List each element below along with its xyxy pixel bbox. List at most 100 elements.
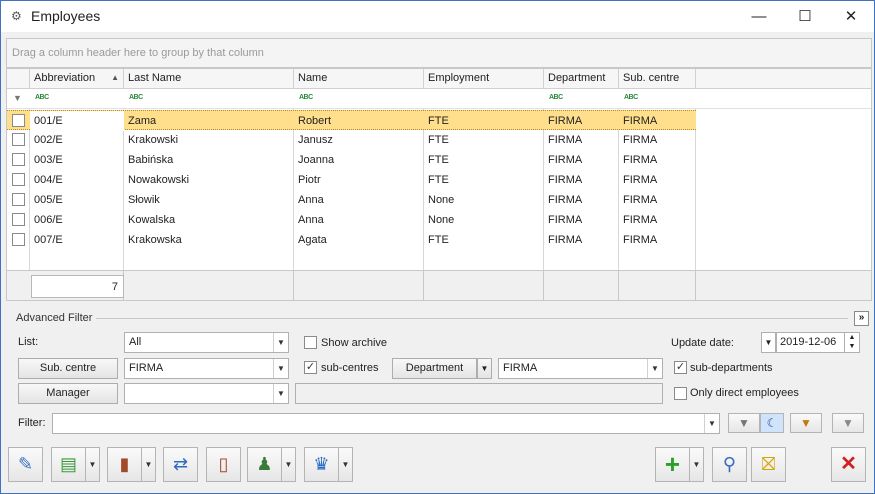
table-cell[interactable]: FTE [424,170,544,190]
table-cell[interactable]: Kowalska [124,210,294,230]
header-sub-centre[interactable]: Sub. centre [619,69,696,89]
minimize-button[interactable]: — [736,1,782,32]
group-dropdown-icon[interactable]: ▼ [282,447,296,482]
row-checkbox[interactable] [12,114,25,127]
group-people-icon[interactable]: ♟ [247,447,282,482]
row-checkbox[interactable] [12,133,25,146]
apply-filter-icon[interactable]: ▼ [728,413,760,433]
table-cell[interactable]: FIRMA [619,190,696,210]
table-cell[interactable]: Robert [294,111,424,131]
person-dropdown-icon[interactable]: ▼ [339,447,353,482]
table-cell[interactable]: FIRMA [619,150,696,170]
manager-button[interactable]: Manager [18,383,118,404]
header-name[interactable]: Name [294,69,424,89]
table-row[interactable]: 001/E Zama Robert FTE FIRMA FIRMA [7,110,696,131]
table-cell[interactable]: FIRMA [619,210,696,230]
add-icon[interactable]: + [655,447,690,482]
table-row[interactable]: 002/E Krakowski Janusz FTE FIRMA FIRMA [7,130,696,150]
table-cell[interactable]: 007/E [30,230,124,250]
abc-filter-icon[interactable]: ABC [129,94,143,101]
abc-filter-icon[interactable]: ABC [624,94,638,101]
filter-input[interactable]: ▼ [52,413,720,434]
table-cell[interactable]: 006/E [30,210,124,230]
collapse-icon[interactable]: » [854,311,869,326]
table-cell[interactable]: FIRMA [544,130,619,150]
table-row[interactable]: 006/E Kowalska Anna None FIRMA FIRMA [7,210,696,230]
department-dropdown-button[interactable]: ▼ [477,358,492,379]
table-cell[interactable]: None [424,210,544,230]
table-cell[interactable]: FIRMA [619,111,696,131]
table-cell[interactable]: Zama [124,111,294,131]
advanced-filter-icon[interactable]: ▼ [790,413,822,433]
abc-filter-icon[interactable]: ABC [35,94,49,101]
group-by-panel[interactable]: Drag a column header here to group by th… [6,38,872,68]
exit-dropdown-icon[interactable]: ▼ [142,447,156,482]
table-cell[interactable]: Słowik [124,190,294,210]
table-cell[interactable]: FIRMA [544,190,619,210]
table-cell[interactable]: FIRMA [544,210,619,230]
table-cell[interactable]: None [424,190,544,210]
sub-departments-checkbox[interactable]: ✓ [674,361,687,374]
table-row[interactable]: 004/E Nowakowski Piotr FTE FIRMA FIRMA [7,170,696,190]
abc-filter-icon[interactable]: ABC [299,94,313,101]
table-cell[interactable]: 001/E [30,111,124,131]
table-cell[interactable]: Janusz [294,130,424,150]
table-cell[interactable]: FIRMA [619,130,696,150]
show-archive-checkbox[interactable] [304,336,317,349]
row-checkbox[interactable] [12,173,25,186]
table-cell[interactable]: FIRMA [544,170,619,190]
list-select[interactable]: All ▼ [124,332,289,353]
table-cell[interactable]: Krakowski [124,130,294,150]
filter-mode-icon[interactable]: ☾ [760,413,784,433]
table-cell[interactable]: FIRMA [619,170,696,190]
only-direct-checkbox[interactable] [674,387,687,400]
table-cell[interactable]: Nowakowski [124,170,294,190]
table-cell[interactable]: Piotr [294,170,424,190]
date-dropdown-button[interactable]: ▼ [761,332,776,353]
table-row[interactable]: 007/E Krakowska Agata FTE FIRMA FIRMA [7,230,696,250]
row-checkbox[interactable] [12,193,25,206]
table-cell[interactable]: FIRMA [544,230,619,250]
table-row[interactable]: 005/E Słowik Anna None FIRMA FIRMA [7,190,696,210]
abc-filter-icon[interactable]: ABC [549,94,563,101]
table-cell[interactable]: 002/E [30,130,124,150]
table-cell[interactable]: FTE [424,130,544,150]
table-cell[interactable]: 003/E [30,150,124,170]
clear-filter-icon[interactable]: ▼ [832,413,864,433]
sub-centres-checkbox[interactable]: ✓ [304,361,317,374]
table-cell[interactable]: Agata [294,230,424,250]
header-abbreviation[interactable]: Abbreviation ▲ [30,69,124,89]
sub-centre-button[interactable]: Sub. centre [18,358,118,379]
table-cell[interactable]: 004/E [30,170,124,190]
maximize-button[interactable]: ☐ [782,1,828,32]
table-cell[interactable]: Anna [294,190,424,210]
table-cell[interactable]: FIRMA [544,150,619,170]
table-cell[interactable]: FIRMA [544,111,619,131]
table-cell[interactable]: Krakowska [124,230,294,250]
trash-bin-icon[interactable]: ⛝ [751,447,786,482]
table-cell[interactable]: Babińska [124,150,294,170]
close-window-button[interactable]: ✕ [828,1,874,32]
date-spinner[interactable]: ▲ ▼ [844,332,860,353]
row-checkbox[interactable] [12,213,25,226]
close-icon[interactable]: ✕ [831,447,866,482]
table-cell[interactable]: 005/E [30,190,124,210]
employee-details-icon[interactable]: ✎ [8,447,43,482]
row-checkbox[interactable] [12,233,25,246]
filter-row-icon[interactable]: ▼ [13,93,22,103]
add-dropdown-icon[interactable]: ▼ [690,447,704,482]
table-cell[interactable]: FTE [424,230,544,250]
sub-centre-select[interactable]: FIRMA ▼ [124,358,289,379]
door-icon[interactable]: ▯ [206,447,241,482]
manager-select[interactable]: ▼ [124,383,289,404]
person-letter-icon[interactable]: ♛ [304,447,339,482]
department-select[interactable]: FIRMA ▼ [498,358,663,379]
table-cell[interactable]: Anna [294,210,424,230]
row-checkbox[interactable] [12,153,25,166]
table-cell[interactable]: Joanna [294,150,424,170]
table-row[interactable]: 003/E Babińska Joanna FTE FIRMA FIRMA [7,150,696,170]
chart-icon[interactable]: ▤ [51,447,86,482]
transfer-icon[interactable]: ⇄ [163,447,198,482]
header-employment[interactable]: Employment [424,69,544,89]
chart-dropdown-icon[interactable]: ▼ [86,447,100,482]
